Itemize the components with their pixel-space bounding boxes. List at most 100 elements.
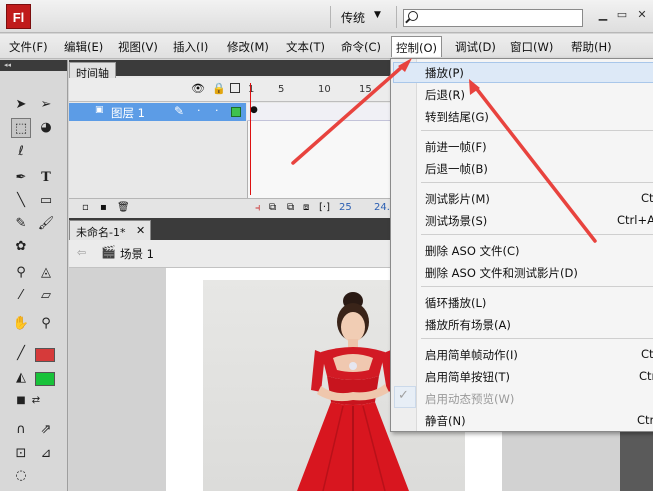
back-arrow-icon[interactable]: ⇦ xyxy=(77,246,86,259)
swap-colors-icon[interactable]: ⇄ xyxy=(26,391,46,411)
close-tab-icon[interactable]: ✕ xyxy=(136,224,145,237)
menu-edit[interactable]: 编辑(E) xyxy=(64,39,103,55)
lasso-tool-icon[interactable]: ℓ xyxy=(11,142,31,162)
layer-icon: ▣ xyxy=(95,105,104,115)
menu-view[interactable]: 视图(V) xyxy=(118,39,158,55)
new-folder-icon[interactable]: ▪ xyxy=(100,202,107,213)
collapse-icon[interactable]: ◂◂ xyxy=(0,60,67,71)
flash-logo: Fl xyxy=(6,4,31,29)
trash-icon[interactable]: 🗑 xyxy=(117,202,130,213)
menu-debug[interactable]: 调试(D) xyxy=(455,39,496,55)
close-icon[interactable]: ✕ xyxy=(635,8,649,21)
rectangle-tool-icon[interactable]: ▭ xyxy=(36,191,56,211)
menu-item-simple-buttons[interactable]: 启用简单按钮(T) xyxy=(425,369,510,385)
tab-document[interactable]: 未命名-1* ✕ xyxy=(69,220,151,240)
layer-cell[interactable]: ▣ 图层 1 ✎ · · xyxy=(69,103,246,121)
title-bar: Fl 传统 ▼ ▁ ▭ ✕ xyxy=(0,0,653,33)
layer-name[interactable]: 图层 1 xyxy=(111,105,145,121)
current-frame[interactable]: 25 xyxy=(339,202,352,213)
menu-text[interactable]: 文本(T) xyxy=(286,39,325,55)
menu-item-play-all-scenes[interactable]: 播放所有场景(A) xyxy=(425,317,511,333)
keyframe-dot[interactable]: ● xyxy=(250,105,258,115)
free-transform-tool-icon[interactable]: ⬚ xyxy=(11,118,31,138)
lock-icon[interactable]: 🔒 xyxy=(212,82,226,95)
frames-area[interactable] xyxy=(247,121,391,198)
stroke-color-swatch[interactable] xyxy=(35,348,55,362)
menu-item-play[interactable]: 播放(P) xyxy=(425,65,464,81)
menu-item-simple-frame-actions[interactable]: 启用简单帧动作(I) xyxy=(425,347,518,363)
edit-multiple-frames-icon[interactable]: ⧈ xyxy=(303,202,309,213)
visibility-dot[interactable]: · xyxy=(197,104,201,117)
menu-item-delete-aso[interactable]: 删除 ASO 文件(C) xyxy=(425,243,520,259)
menu-item-step-backward[interactable]: 后退一帧(B) xyxy=(425,161,488,177)
modify-markers-icon[interactable]: [·] xyxy=(319,202,330,213)
maximize-icon[interactable]: ▭ xyxy=(615,8,629,21)
subselection-tool-icon[interactable]: ➢ xyxy=(36,95,56,115)
panel-header xyxy=(69,60,391,76)
3d-rotation-tool-icon[interactable]: ◕ xyxy=(36,118,56,138)
eyedropper-tool-icon[interactable]: ⁄ xyxy=(11,286,31,306)
menu-shortcut: Ctrl+A xyxy=(617,213,653,227)
search-input[interactable] xyxy=(403,9,583,27)
frame-row[interactable]: ● xyxy=(247,103,391,121)
menu-item-mute[interactable]: 静音(N) xyxy=(425,413,466,429)
eraser-tool-icon[interactable]: ▱ xyxy=(36,286,56,306)
menu-control[interactable]: 控制(O) xyxy=(391,36,443,57)
menu-separator xyxy=(421,182,653,183)
layer-row[interactable]: ▣ 图层 1 ✎ · · ● xyxy=(69,103,391,121)
playhead[interactable] xyxy=(250,83,251,195)
outline-color-swatch[interactable] xyxy=(231,107,241,117)
snap-to-objects-icon[interactable]: ∩ xyxy=(11,420,31,440)
selection-tool-icon[interactable]: ➤ xyxy=(11,95,31,115)
hand-tool-icon[interactable]: ✋ xyxy=(11,314,31,334)
menu-insert[interactable]: 插入(I) xyxy=(173,39,208,55)
menu-window[interactable]: 窗口(W) xyxy=(510,39,553,55)
paint-bucket-tool-icon[interactable]: ◬ xyxy=(36,263,56,283)
menu-help[interactable]: 帮助(H) xyxy=(571,39,612,55)
menu-file[interactable]: 文件(F) xyxy=(9,39,48,55)
menu-separator xyxy=(421,286,653,287)
menu-bar: 文件(F) 编辑(E) 视图(V) 插入(I) 修改(M) 文本(T) 命令(C… xyxy=(0,34,653,59)
check-icon: ✓ xyxy=(398,388,409,403)
deco-tool-icon[interactable]: ✿ xyxy=(11,237,31,257)
onion-skin-icon[interactable]: ⧉ xyxy=(269,202,276,213)
rotate-icon[interactable]: ◌ xyxy=(11,466,31,486)
menu-item-step-forward[interactable]: 前进一帧(F) xyxy=(425,139,487,155)
menu-item-delete-aso-test[interactable]: 删除 ASO 文件和测试影片(D) xyxy=(425,265,578,281)
bone-tool-icon[interactable]: ⚲ xyxy=(11,263,31,283)
straighten-icon[interactable]: ⊡ xyxy=(11,444,31,464)
tab-timeline[interactable]: 时间轴 xyxy=(69,62,116,80)
line-tool-icon[interactable]: ╲ xyxy=(11,191,31,211)
pencil-tool-icon[interactable]: ✎ xyxy=(11,214,31,234)
menu-commands[interactable]: 命令(C) xyxy=(341,39,381,55)
pen-tool-icon[interactable]: ✒ xyxy=(11,168,31,188)
menu-modify[interactable]: 修改(M) xyxy=(227,39,269,55)
menu-item-test-scene[interactable]: 测试场景(S) xyxy=(425,213,487,229)
menu-item-test-movie[interactable]: 测试影片(M) xyxy=(425,191,490,207)
text-tool-icon[interactable]: T xyxy=(36,168,56,188)
fill-color-swatch[interactable] xyxy=(35,372,55,386)
timeline-panel: 时间轴 👁 🔒 1 5 10 15 ▣ 图层 1 ✎ · · ● ▫ ▪ 🗑 ⫞… xyxy=(69,60,396,218)
clapper-icon: 🎬 xyxy=(101,245,116,259)
workspace-switcher[interactable]: 传统 xyxy=(341,9,365,26)
frame-number: 5 xyxy=(278,84,285,95)
minimize-icon[interactable]: ▁ xyxy=(596,8,610,21)
new-layer-icon[interactable]: ▫ xyxy=(82,202,89,213)
outline-icon[interactable] xyxy=(230,83,240,93)
menu-item-rewind[interactable]: 后退(R) xyxy=(425,87,465,103)
center-frame-icon[interactable]: ⫞ xyxy=(255,201,261,215)
zoom-tool-icon[interactable]: ⚲ xyxy=(36,314,56,334)
menu-item-loop-playback[interactable]: 循环播放(L) xyxy=(425,295,486,311)
lock-dot[interactable]: · xyxy=(215,104,219,117)
menu-item-go-to-end[interactable]: 转到结尾(G) xyxy=(425,109,489,125)
onion-outline-icon[interactable]: ⧉ xyxy=(287,202,294,213)
scale-icon[interactable]: ⊿ xyxy=(36,444,56,464)
scene-name[interactable]: 场景 1 xyxy=(120,246,154,262)
eye-icon[interactable]: 👁 xyxy=(191,82,205,95)
fill-color-icon: ◭ xyxy=(16,370,26,385)
brush-tool-icon[interactable]: 🖌 xyxy=(36,214,56,234)
menu-item-live-preview[interactable]: 启用动态预览(W) xyxy=(425,391,514,407)
smooth-icon[interactable]: ⇗ xyxy=(36,420,56,440)
chevron-down-icon[interactable]: ▼ xyxy=(374,10,381,20)
frame-number: 1 xyxy=(248,84,255,95)
